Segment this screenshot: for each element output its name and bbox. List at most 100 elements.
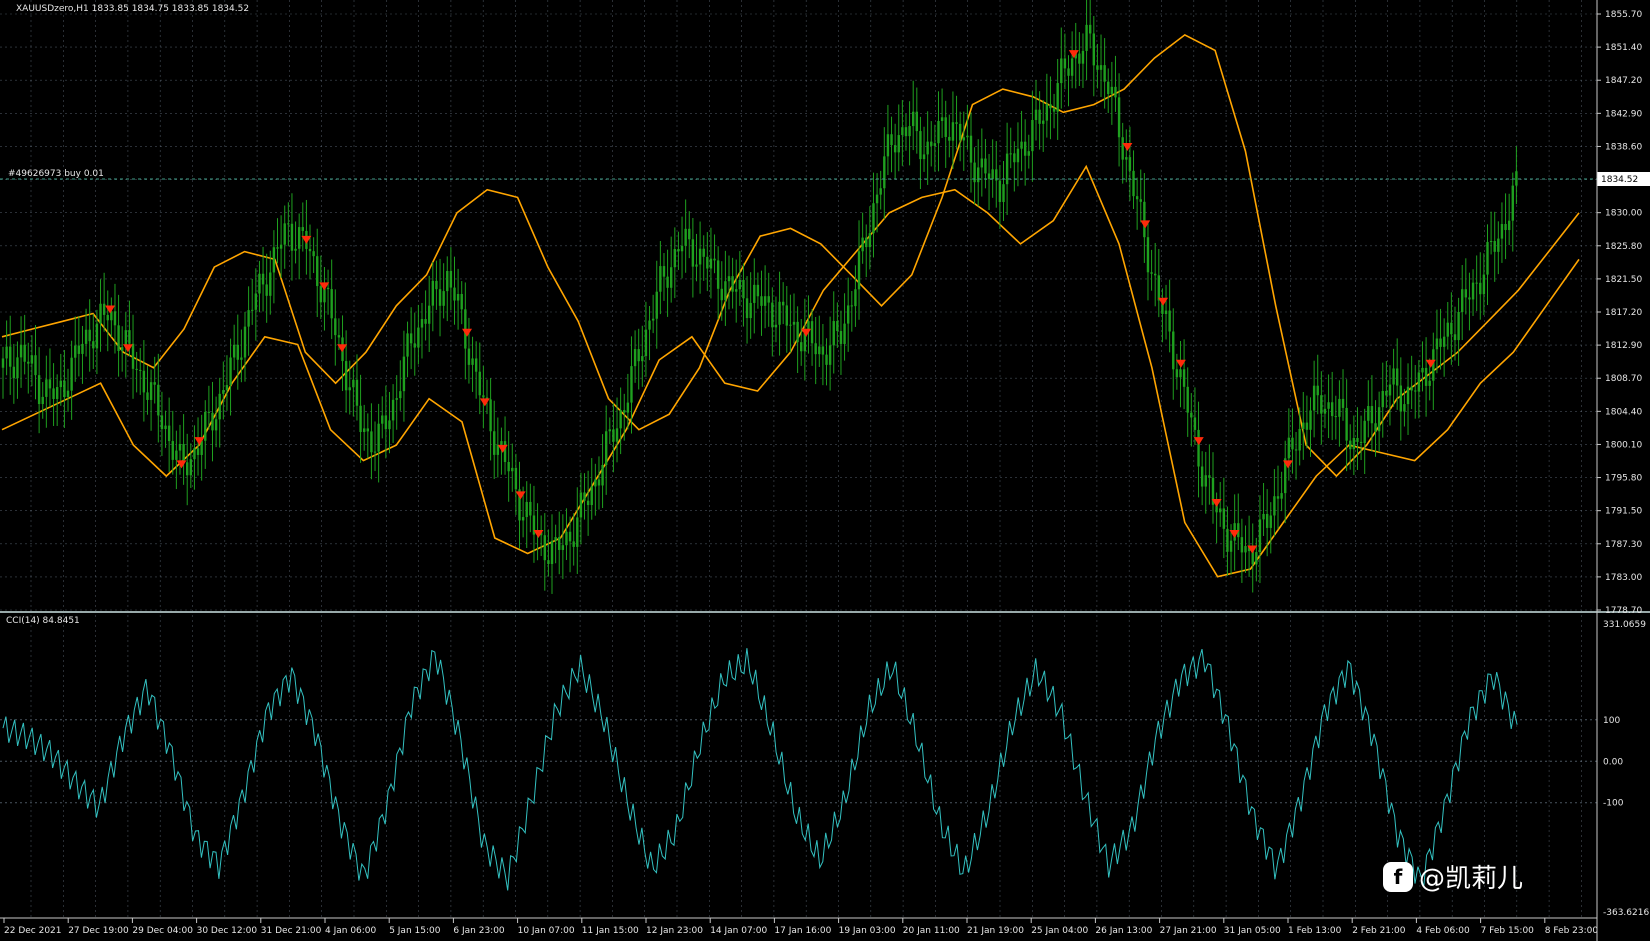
candle-body bbox=[1349, 440, 1352, 450]
candle-body bbox=[178, 443, 182, 451]
candle-body bbox=[1298, 428, 1301, 451]
candle-body bbox=[1327, 402, 1330, 409]
candle-body bbox=[778, 301, 781, 325]
candle-body bbox=[164, 425, 167, 430]
candle-body bbox=[1294, 449, 1298, 451]
candle-body bbox=[467, 348, 471, 365]
candle-body bbox=[926, 141, 929, 155]
candles bbox=[1, 0, 1518, 594]
candle-body bbox=[366, 428, 370, 432]
candle-body bbox=[919, 131, 922, 160]
candle-body bbox=[1135, 196, 1139, 200]
sell-arrow bbox=[1158, 297, 1169, 306]
time-label: 21 Jan 19:00 bbox=[967, 926, 1024, 936]
candle-body bbox=[175, 450, 178, 460]
candle-body bbox=[771, 302, 774, 328]
price-label: 1795.80 bbox=[1605, 474, 1642, 484]
candle-body bbox=[868, 233, 872, 248]
candle-body bbox=[1117, 97, 1121, 138]
price-label: 1783.00 bbox=[1605, 573, 1642, 583]
candle-body bbox=[1031, 119, 1034, 152]
candle-body bbox=[1193, 417, 1197, 430]
candle-body bbox=[742, 279, 745, 299]
candle-body bbox=[550, 540, 554, 564]
candle-body bbox=[608, 429, 611, 432]
candle-body bbox=[77, 345, 81, 354]
candle-body bbox=[377, 423, 380, 452]
candle-body bbox=[1388, 384, 1392, 396]
candle-body bbox=[297, 227, 301, 249]
candle-body bbox=[1092, 33, 1095, 66]
candle-body bbox=[1345, 407, 1348, 441]
candle-body bbox=[514, 467, 518, 490]
candle-body bbox=[644, 329, 648, 357]
candle-body bbox=[1056, 83, 1059, 112]
candle-body bbox=[1182, 369, 1186, 387]
candle-body bbox=[229, 357, 232, 386]
candle-body bbox=[857, 251, 861, 290]
candle-body bbox=[417, 327, 420, 348]
candle-body bbox=[861, 237, 864, 252]
candle-body bbox=[774, 324, 778, 328]
candle-body bbox=[825, 354, 828, 365]
candle-body bbox=[258, 273, 261, 294]
candle-body bbox=[760, 296, 763, 306]
candle-body bbox=[670, 267, 673, 288]
candle-body bbox=[1081, 50, 1085, 64]
candle-body bbox=[1302, 422, 1305, 429]
candle-body bbox=[785, 305, 788, 326]
candle-body bbox=[1020, 141, 1023, 149]
candle-body bbox=[832, 321, 835, 346]
time-label: 26 Jan 13:00 bbox=[1095, 926, 1152, 936]
candle-body bbox=[1435, 338, 1439, 350]
candle-body bbox=[948, 136, 951, 141]
candle-body bbox=[503, 441, 507, 463]
candle-body bbox=[1417, 372, 1421, 392]
candle-body bbox=[1395, 368, 1399, 386]
time-label: 4 Feb 06:00 bbox=[1416, 926, 1470, 936]
candle-body bbox=[373, 451, 377, 453]
candle-body bbox=[1507, 220, 1511, 231]
chart-title: XAUUSDzero,H1 1833.85 1834.75 1833.85 18… bbox=[16, 4, 249, 14]
candle-body bbox=[218, 393, 221, 420]
candle-body bbox=[323, 287, 326, 303]
watermark-text: @凯莉儿 bbox=[1419, 864, 1524, 894]
candle-body bbox=[30, 355, 34, 364]
candle-body bbox=[222, 390, 225, 394]
candle-body bbox=[637, 349, 640, 362]
candle-body bbox=[1464, 289, 1468, 298]
price-label: 1830.00 bbox=[1605, 209, 1642, 219]
price-axis: 1855.70 1851.40 1847.20 1842.90 1838.60 1830.… bbox=[1597, 10, 1642, 616]
candle-body bbox=[471, 358, 474, 365]
price-label: 1851.40 bbox=[1605, 43, 1642, 53]
candle-body bbox=[1381, 390, 1384, 408]
candle-body bbox=[1414, 390, 1417, 392]
candle-body bbox=[1457, 311, 1460, 341]
candle-body bbox=[319, 286, 323, 303]
candle-body bbox=[182, 443, 185, 463]
candle-body bbox=[1471, 282, 1475, 300]
candle-body bbox=[1258, 519, 1262, 553]
candle-body bbox=[1493, 240, 1496, 252]
candle-body bbox=[1403, 404, 1406, 412]
candle-body bbox=[684, 228, 687, 246]
candle-body bbox=[991, 169, 994, 180]
chart-canvas[interactable]: #49626973 buy 0.01 1855.70 1851.40 1847.20… bbox=[0, 0, 1650, 941]
candle-body bbox=[1067, 68, 1070, 76]
candle-body bbox=[688, 228, 691, 240]
candle-body bbox=[850, 305, 853, 307]
candle-body bbox=[431, 280, 435, 306]
candle-body bbox=[1291, 437, 1294, 450]
candle-body bbox=[27, 361, 30, 364]
candle-body bbox=[720, 288, 723, 301]
candle-body bbox=[807, 321, 810, 330]
candle-body bbox=[1110, 86, 1114, 95]
candle-body bbox=[1103, 65, 1106, 82]
candle-body bbox=[810, 321, 814, 344]
candle-body bbox=[709, 258, 713, 269]
candle-body bbox=[442, 291, 445, 306]
candle-body bbox=[691, 239, 695, 267]
candle-body bbox=[453, 287, 456, 301]
candle-body bbox=[1439, 338, 1442, 347]
candle-body bbox=[446, 270, 449, 292]
